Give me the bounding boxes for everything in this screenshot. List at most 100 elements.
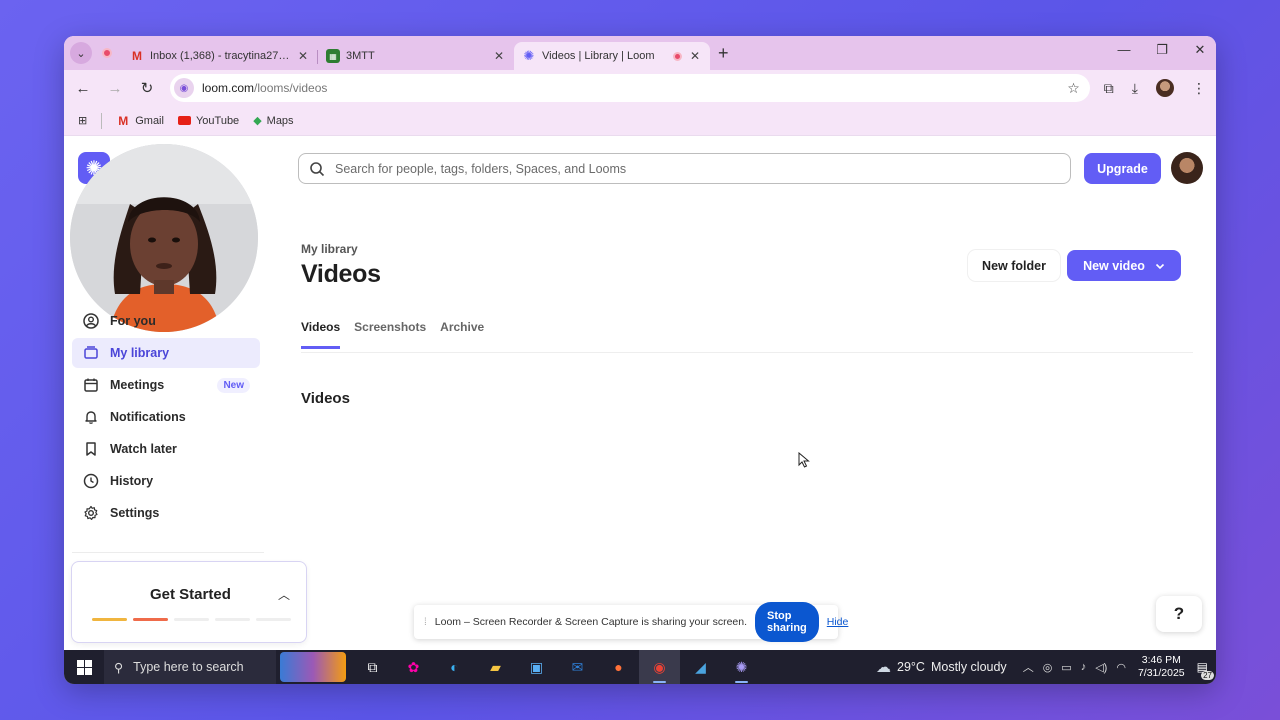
system-tray: ︿ ◎ ▭ ♪ ◁) ◠	[1023, 659, 1126, 675]
recording-indicator-icon	[96, 42, 118, 64]
copilot-icon[interactable]: ✿	[393, 650, 434, 684]
battery-icon[interactable]: ▭	[1061, 661, 1071, 674]
clock-date: 7/31/2025	[1137, 667, 1185, 679]
sidebar-item-notifications[interactable]: Notifications	[72, 402, 260, 432]
breadcrumb[interactable]: My library	[301, 242, 358, 256]
apps-grid-icon[interactable]: ⊞	[78, 114, 87, 127]
hide-link[interactable]: Hide	[827, 616, 849, 628]
microsoft-store-icon[interactable]: ▣	[516, 650, 557, 684]
notification-count: 27	[1201, 671, 1214, 680]
download-icon[interactable]: ⤓	[1132, 80, 1138, 97]
close-tab-icon[interactable]: ✕	[688, 49, 702, 63]
tab-recording-icon	[673, 51, 682, 61]
tab-gmail[interactable]: M Inbox (1,368) - tracytina27@gm ✕	[122, 42, 318, 70]
clock-time: 3:46 PM	[1141, 654, 1181, 666]
close-tab-icon[interactable]: ✕	[492, 49, 506, 63]
chevron-up-icon[interactable]: ︿	[278, 586, 290, 603]
bookmark-icon	[82, 440, 100, 458]
sidebar-item-settings[interactable]: Settings	[72, 498, 260, 528]
get-started-panel[interactable]: Get Started ︿	[71, 561, 307, 643]
sidebar-item-watch-later[interactable]: Watch later	[72, 434, 260, 464]
youtube-icon	[177, 116, 191, 125]
avatar[interactable]	[1171, 152, 1203, 184]
bookmark-maps[interactable]: ◆ Maps	[253, 114, 293, 128]
windows-taskbar: ⚲ Type here to search ⧉ ✿ ◐ ▰ ▣ ✉ ● ◉ ◢ …	[64, 650, 1216, 684]
site-info-icon[interactable]: ◉	[174, 78, 194, 98]
bookmark-gmail[interactable]: M Gmail	[116, 114, 164, 128]
firefox-icon[interactable]: ●	[598, 650, 639, 684]
chevron-up-icon[interactable]: ︿	[1023, 659, 1034, 675]
tab-search-icon[interactable]: ⌄	[70, 42, 92, 64]
close-window-icon[interactable]: ✕	[1192, 42, 1208, 58]
sidebar-item-label: Notifications	[110, 410, 186, 424]
sidebar-item-my-library[interactable]: My library	[72, 338, 260, 368]
stop-sharing-button[interactable]: Stop sharing	[755, 602, 819, 642]
bookmark-youtube[interactable]: YouTube	[177, 115, 239, 127]
profile-avatar[interactable]	[1156, 79, 1174, 97]
close-tab-icon[interactable]: ✕	[296, 49, 310, 63]
taskbar-clock[interactable]: 3:46 PM 7/31/2025	[1138, 654, 1185, 680]
edge-icon[interactable]: ◐	[434, 650, 475, 684]
microphone-icon[interactable]: ♪	[1081, 661, 1087, 673]
outlook-icon[interactable]: ✉	[557, 650, 598, 684]
tab-3mtt[interactable]: ▦ 3MTT ✕	[318, 42, 514, 70]
gear-icon	[82, 504, 100, 522]
file-explorer-icon[interactable]: ▰	[475, 650, 516, 684]
url-bar[interactable]: ◉ loom.com/looms/videos ☆	[170, 74, 1090, 102]
sidebar-item-label: My library	[110, 346, 170, 360]
gmail-icon: M	[132, 49, 142, 63]
cloud-icon: ☁	[876, 659, 892, 676]
weather-widget[interactable]: ☁ 29°C Mostly cloudy	[876, 658, 1007, 676]
wifi-icon[interactable]: ◠	[1116, 661, 1126, 674]
windows-start-icon[interactable]	[64, 650, 104, 684]
upgrade-button[interactable]: Upgrade	[1084, 153, 1161, 184]
tab-loom[interactable]: ✺ Videos | Library | Loom ✕	[514, 42, 710, 70]
weather-text: Mostly cloudy	[930, 660, 1007, 674]
reload-icon[interactable]: ↻	[138, 79, 156, 97]
calendar-icon	[82, 376, 100, 394]
section-title: Videos	[301, 390, 350, 407]
camera-icon[interactable]: ◎	[1043, 661, 1053, 674]
sidebar-item-meetings[interactable]: Meetings New	[72, 370, 260, 400]
maps-icon: ◆	[253, 115, 262, 127]
back-icon[interactable]: ←	[74, 80, 92, 97]
tab-videos[interactable]: Videos	[301, 320, 341, 349]
tab-screenshots[interactable]: Screenshots	[354, 320, 426, 349]
url-text: loom.com/looms/videos	[202, 81, 328, 95]
tab-bar: ⌄ M Inbox (1,368) - tracytina27@gm ✕ ▦ 3…	[64, 36, 1216, 70]
sidebar-nav: For you My library Meetings New Notifica…	[72, 306, 260, 530]
browser-menu-icon[interactable]: ⋮	[1192, 80, 1206, 97]
tab-title: Videos | Library | Loom	[542, 50, 655, 62]
search-icon: ⚲	[114, 660, 124, 675]
taskbar-search[interactable]: ⚲ Type here to search	[104, 650, 276, 684]
widgets-icon[interactable]	[280, 652, 346, 682]
clock-icon	[82, 472, 100, 490]
help-button[interactable]: ?	[1156, 596, 1202, 632]
forward-icon[interactable]: →	[106, 80, 124, 97]
search-icon	[310, 161, 325, 176]
new-folder-button[interactable]: New folder	[968, 250, 1060, 281]
restore-icon[interactable]: ❐	[1154, 42, 1170, 58]
app-icon[interactable]: ◢	[680, 650, 721, 684]
drag-handle-icon[interactable]: ⁞	[424, 617, 427, 628]
library-icon	[82, 344, 100, 362]
extensions-icon[interactable]: ⧉	[1104, 80, 1114, 97]
webcam-bubble[interactable]	[70, 144, 258, 332]
task-view-icon[interactable]: ⧉	[352, 650, 393, 684]
main-content: Upgrade My library Videos New folder New…	[298, 136, 1216, 650]
sidebar-item-history[interactable]: History	[72, 466, 260, 496]
minimize-icon[interactable]: —	[1116, 42, 1132, 58]
notification-icon[interactable]: ▤ 27	[1197, 660, 1214, 680]
sidebar-item-for-you[interactable]: For you	[72, 306, 260, 336]
search-bar[interactable]	[298, 153, 1071, 184]
search-input[interactable]	[335, 161, 1060, 176]
new-tab-button[interactable]: +	[718, 43, 729, 64]
bookmarks-bar: ⊞ M Gmail YouTube ◆ Maps	[64, 106, 1216, 136]
tab-title: 3MTT	[346, 50, 375, 62]
tab-archive[interactable]: Archive	[440, 320, 484, 349]
new-video-button[interactable]: New video	[1067, 250, 1181, 281]
bookmark-star-icon[interactable]: ☆	[1067, 80, 1080, 97]
loom-app-icon[interactable]: ✺	[721, 650, 762, 684]
volume-icon[interactable]: ◁)	[1095, 661, 1107, 674]
chrome-icon[interactable]: ◉	[639, 650, 680, 684]
